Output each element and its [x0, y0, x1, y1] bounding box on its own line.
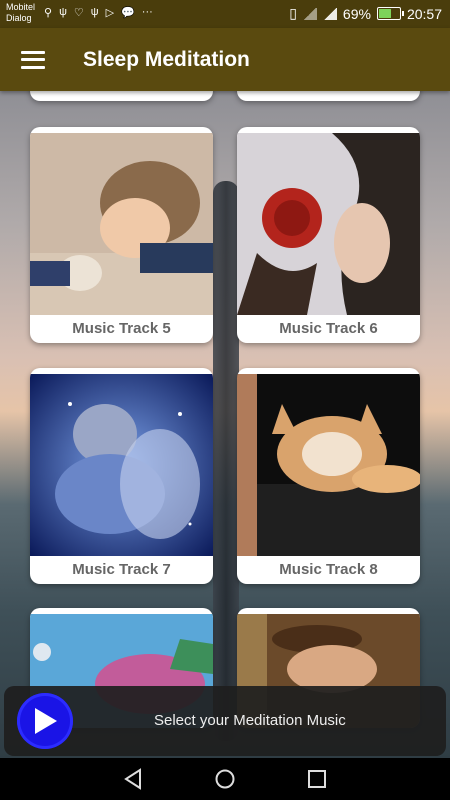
track-image-8	[237, 374, 420, 556]
track-image-7	[30, 374, 213, 556]
track-card-6[interactable]: Music Track 6	[237, 127, 420, 343]
track-image-5	[30, 133, 213, 315]
carrier-name-1: Mobitel	[6, 2, 36, 12]
clock: 20:57	[406, 5, 442, 22]
play-icon	[35, 708, 57, 734]
chat-icon: 💬	[121, 7, 135, 19]
usb-icon-2: ψ	[90, 6, 99, 18]
feather-background	[213, 181, 239, 741]
battery-percent: 69%	[342, 5, 371, 22]
navigation-bar	[0, 758, 450, 800]
more-notifications-icon: ···	[141, 6, 153, 18]
track-label-8: Music Track 8	[279, 561, 378, 578]
track-card-partial-right[interactable]	[237, 91, 420, 101]
player-prompt: Select your Meditation Music	[154, 712, 346, 729]
status-right: ▯ 69% 20:57	[289, 5, 442, 22]
track-card-7[interactable]: Music Track 7	[30, 368, 213, 584]
back-icon[interactable]	[123, 768, 143, 790]
track-label-7: Music Track 7	[72, 561, 171, 578]
usb-icon: ψ	[59, 6, 67, 18]
carrier-info: Mobitel Dialog	[6, 2, 35, 24]
notification-icon-1: ⚲	[44, 7, 53, 19]
track-card-5[interactable]: Music Track 5	[30, 127, 213, 343]
play-button[interactable]	[17, 693, 73, 749]
page-title: Sleep Meditation	[83, 47, 250, 71]
track-image-6	[237, 133, 420, 315]
app-bar: Sleep Meditation	[0, 28, 450, 91]
notification-icons: ⚲ ψ ♡ ψ ▷ 💬 ···	[44, 6, 153, 19]
menu-icon[interactable]	[21, 50, 45, 69]
heart-icon: ♡	[73, 7, 84, 19]
track-label-5: Music Track 5	[72, 320, 171, 337]
play-store-icon: ▷	[105, 7, 115, 19]
signal-icon-2	[322, 7, 337, 20]
signal-icon-1	[302, 7, 317, 20]
track-label-6: Music Track 6	[279, 320, 378, 337]
battery-icon	[376, 7, 404, 20]
track-grid[interactable]: Music Track 5 Music Track 6 Music Track …	[0, 91, 450, 758]
vibrate-icon: ▯	[289, 5, 297, 21]
carrier-name-2: Dialog	[6, 13, 32, 23]
home-icon[interactable]	[214, 768, 236, 790]
status-bar: Mobitel Dialog ⚲ ψ ♡ ψ ▷ 💬 ··· ▯ 69% 20:…	[0, 0, 450, 28]
recents-icon[interactable]	[307, 768, 327, 790]
track-card-8[interactable]: Music Track 8	[237, 368, 420, 584]
track-card-partial-left[interactable]	[30, 91, 213, 101]
music-player-bar: Select your Meditation Music	[4, 686, 446, 756]
